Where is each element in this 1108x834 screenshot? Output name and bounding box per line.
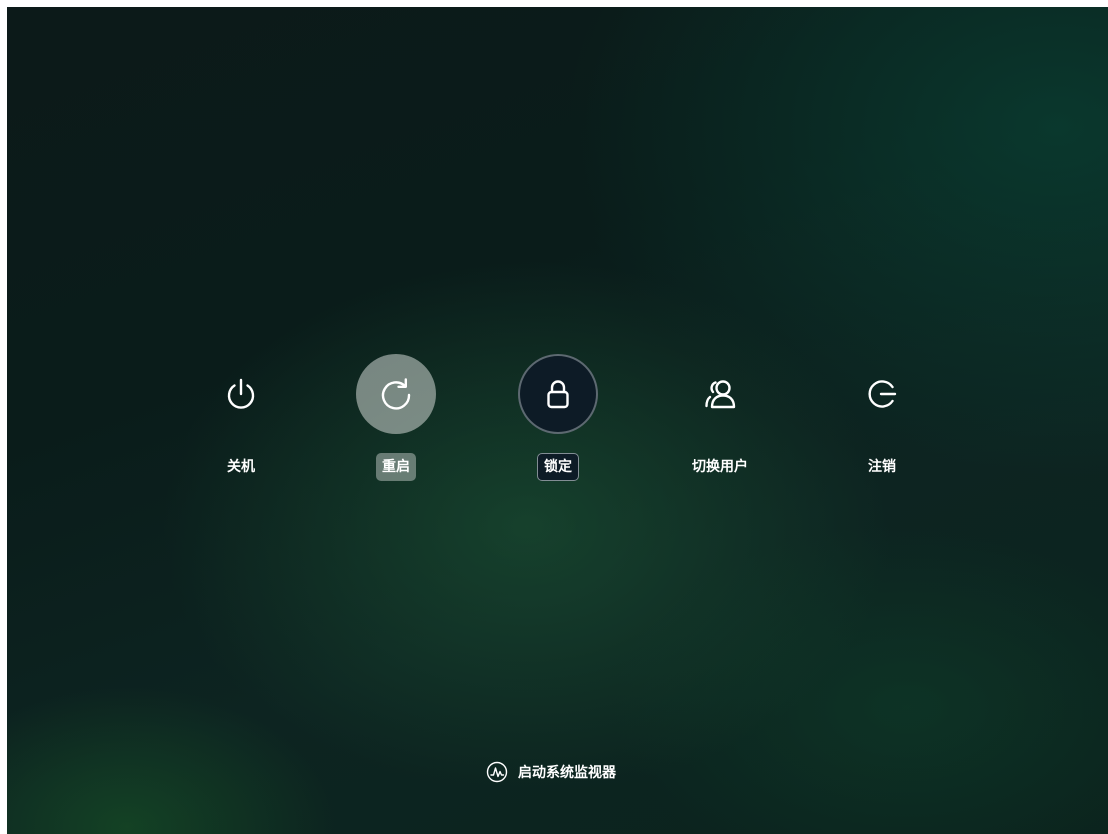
shutdown-icon-circle[interactable]: [201, 354, 281, 434]
reboot-icon: [381, 378, 411, 410]
reboot-button[interactable]: 重启: [336, 354, 456, 494]
power-actions: 关机 重启 锁定 切换用户 注销: [7, 354, 1108, 494]
system-monitor-icon: [486, 761, 508, 783]
users-icon: [705, 380, 736, 409]
shutdown-label: 关机: [227, 459, 255, 475]
lock-icon: [547, 380, 569, 409]
system-monitor-label: 启动系统监视器: [518, 765, 616, 781]
reboot-label: 重启: [376, 453, 416, 481]
switch-user-label: 切换用户: [692, 459, 748, 475]
lock-label: 锁定: [537, 453, 579, 481]
lock-button[interactable]: 锁定: [498, 354, 618, 494]
power-icon: [227, 378, 255, 409]
switch-user-button[interactable]: 切换用户: [660, 354, 780, 494]
reboot-icon-circle[interactable]: [356, 354, 436, 434]
logout-icon-circle[interactable]: [842, 354, 922, 434]
logout-icon: [868, 380, 897, 408]
logout-label: 注销: [868, 459, 896, 475]
power-menu-screen: 关机 重启 锁定 切换用户 注销 启动系统监视器: [7, 7, 1108, 834]
shutdown-button[interactable]: 关机: [181, 354, 301, 494]
logout-button[interactable]: 注销: [822, 354, 942, 494]
launch-system-monitor-button[interactable]: 启动系统监视器: [486, 759, 616, 785]
switch-user-icon-circle[interactable]: [680, 354, 760, 434]
lock-icon-circle[interactable]: [518, 354, 598, 434]
